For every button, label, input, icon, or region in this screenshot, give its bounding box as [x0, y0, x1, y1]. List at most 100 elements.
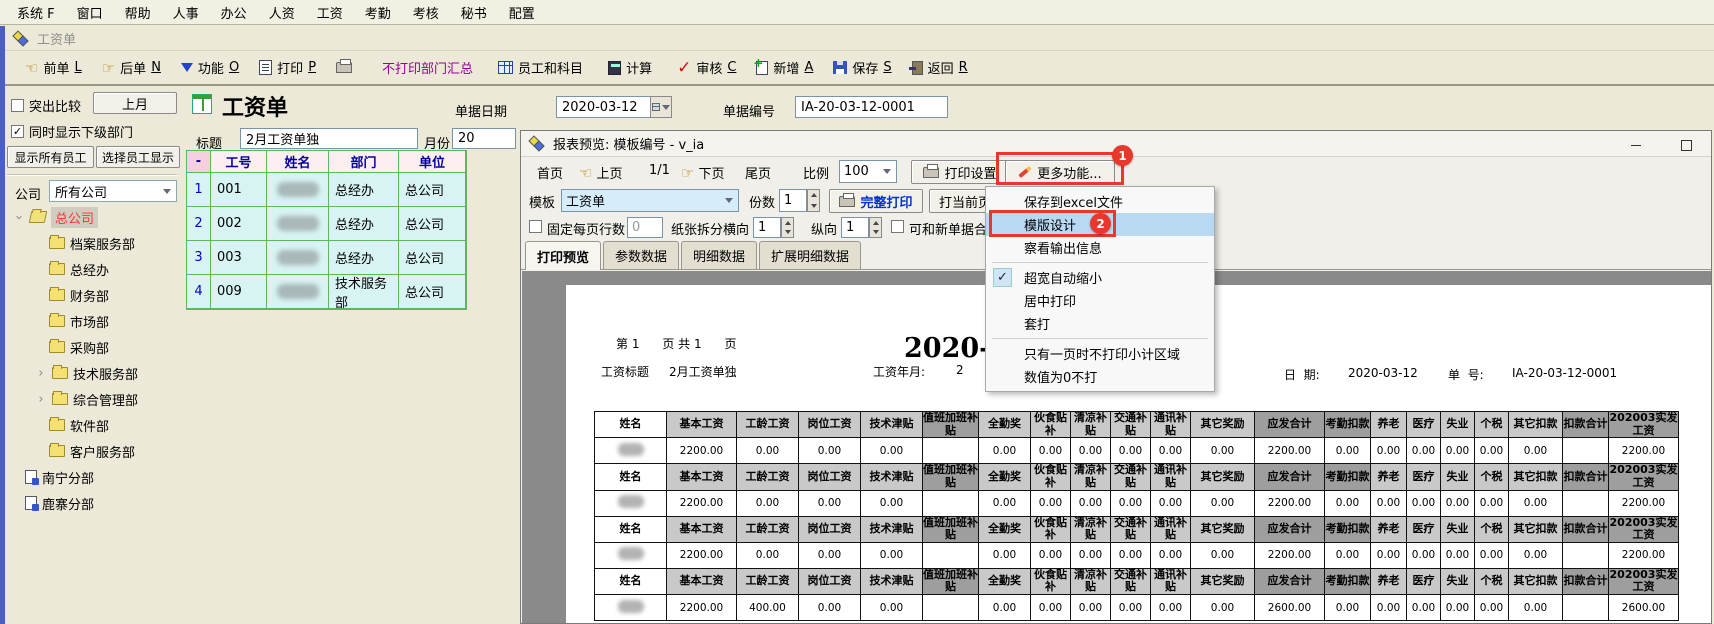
menu-item[interactable]: 办公 [210, 3, 258, 22]
copies-input[interactable]: 1 [779, 189, 807, 212]
split-vertical-spinner[interactable] [869, 217, 882, 238]
merge-print-checkbox[interactable] [891, 220, 904, 233]
toolbar-button[interactable]: 打印P [259, 58, 316, 77]
column-header[interactable]: - [187, 151, 211, 173]
tab[interactable]: 打印预览 [525, 241, 601, 270]
show-sub-depts-checkbox[interactable]: ✓ 同时显示下级部门 [11, 122, 133, 141]
context-menu-item[interactable]: ✓ 察看输出信息 [986, 236, 1214, 259]
fixed-rows-input[interactable]: 0 [627, 217, 663, 238]
toolbar-button[interactable]: 员工和科目 [498, 58, 588, 77]
copies-spinner[interactable] [807, 189, 820, 212]
context-menu-item[interactable]: ✓ 套打 [986, 312, 1214, 335]
template-select[interactable]: 工资单 [561, 189, 739, 212]
context-menu-item[interactable]: ✓ [986, 335, 1214, 342]
select-employees-button[interactable]: 选择员工显示 [96, 146, 180, 168]
toolbar-button[interactable]: 审核C [677, 58, 736, 78]
tree-item[interactable]: 技术服务部 [5, 360, 181, 386]
toolbar-button[interactable]: 新增A [756, 58, 813, 77]
tab[interactable]: 扩展明细数据 [759, 241, 861, 269]
tree-item[interactable]: 档案服务部 [5, 230, 181, 256]
toolbar-button[interactable]: 后单N [102, 58, 161, 77]
tab[interactable]: 参数数据 [603, 241, 679, 269]
tree-expander-icon[interactable] [13, 210, 25, 225]
menu-item[interactable]: 人事 [162, 3, 210, 22]
caption-field[interactable]: 2月工资单独 [240, 128, 418, 149]
split-vertical-input[interactable]: 1 [841, 217, 869, 238]
table-row[interactable]: 3 003 总经办 总公司 [187, 241, 466, 275]
tree-item[interactable]: 总公司 [5, 204, 181, 230]
menu-item[interactable]: 帮助 [114, 3, 162, 22]
split-horizontal-input[interactable]: 1 [753, 217, 781, 238]
toolbar-button[interactable]: 不打印部门汇总 [382, 58, 478, 77]
first-page-button[interactable]: 首页 [537, 163, 563, 182]
toolbar-button[interactable]: 功能O [181, 58, 239, 77]
context-menu-item[interactable]: ✓ 居中打印 [986, 289, 1214, 312]
context-menu-item[interactable]: ✓ 只有一页时不打印小计区域 [986, 342, 1214, 365]
toolbar-button-label: 打印 [277, 58, 303, 77]
fixed-rows-checkbox[interactable] [529, 220, 542, 233]
column-header[interactable]: 姓名 [267, 151, 329, 173]
menu-item[interactable]: 配置 [498, 3, 546, 22]
next-page-button[interactable]: 下页 [681, 163, 724, 182]
minimize-button[interactable] [1625, 136, 1647, 154]
toolbar-button[interactable]: 返回R [912, 58, 968, 77]
tree-item[interactable]: 市场部 [5, 308, 181, 334]
doc-number-field[interactable]: IA-20-03-12-0001 [795, 96, 948, 118]
menu-item[interactable]: 人资 [258, 3, 306, 22]
tree-item[interactable]: 综合管理部 [5, 386, 181, 412]
column-header[interactable]: 部门 [329, 151, 399, 173]
menu-item[interactable]: 工资 [306, 3, 354, 22]
last-page-button[interactable]: 尾页 [745, 163, 771, 182]
tree-item[interactable]: 鹿寨分部 [5, 490, 181, 516]
toolbar-button-icon [608, 61, 621, 75]
scale-select[interactable]: 100 [839, 160, 897, 183]
tree-item[interactable]: 总经办 [5, 256, 181, 282]
tree-item[interactable]: 财务部 [5, 282, 181, 308]
toolbar-button[interactable]: 前单L [25, 58, 82, 77]
tree-expander-icon[interactable] [35, 392, 47, 407]
payslip-cell: 2200.00 [1255, 438, 1325, 464]
tree-item[interactable]: 软件部 [5, 412, 181, 438]
tree-item[interactable]: 采购部 [5, 334, 181, 360]
context-menu-item[interactable]: ✓ [986, 259, 1214, 266]
context-menu-item[interactable]: ✓ 保存到excel文件 [986, 190, 1214, 213]
split-horizontal-label: 纸张拆分横向 [671, 219, 749, 238]
more-functions-button[interactable]: 更多功能... [1005, 160, 1115, 184]
highlight-compare-checkbox[interactable]: 突出比较 [11, 96, 81, 115]
column-header[interactable]: 单位 [399, 151, 466, 173]
calendar-dropdown-button[interactable] [650, 96, 672, 118]
toolbar-button[interactable]: 保存S [833, 58, 891, 77]
table-row[interactable]: 4 009 技术服务部 总公司 [187, 275, 466, 309]
menu-item[interactable]: 系统 F [6, 3, 66, 22]
payslip-col-header: 交通补贴 [1111, 412, 1151, 438]
context-menu-item[interactable]: ✓ 数值为0不打 [986, 365, 1214, 388]
doc-date-field[interactable]: 2020-03-12 [556, 96, 651, 118]
menu-item[interactable]: 秘书 [450, 3, 498, 22]
company-select[interactable]: 所有公司 [49, 180, 177, 202]
split-horizontal-spinner[interactable] [781, 217, 794, 238]
tab[interactable]: 明细数据 [681, 241, 757, 269]
menu-item[interactable]: 考核 [402, 3, 450, 22]
context-menu-item[interactable]: ✓ 超宽自动缩小 [986, 266, 1214, 289]
toolbar-button[interactable] [336, 62, 362, 73]
print-setup-button[interactable]: 打印设置 [911, 160, 1009, 184]
payslip-cell: 0.00 [737, 490, 799, 516]
report-date-value: 2020-03-12 [1348, 366, 1418, 380]
table-row[interactable]: 2 002 总经办 总公司 [187, 207, 466, 241]
toolbar-button[interactable]: 计算 [608, 58, 657, 77]
payslip-col-header: 岗位工资 [799, 464, 861, 490]
table-row[interactable]: 1 001 总经办 总公司 [187, 173, 466, 207]
tree-item[interactable]: 客户服务部 [5, 438, 181, 464]
column-header[interactable]: 工号 [211, 151, 267, 173]
show-all-employees-button[interactable]: 显示所有员工 [7, 146, 94, 168]
prev-page-button[interactable]: 上页 [579, 163, 622, 182]
full-print-button[interactable]: 完整打印 [829, 189, 923, 213]
tree-item[interactable]: 南宁分部 [5, 464, 181, 490]
menu-item[interactable]: 考勤 [354, 3, 402, 22]
tree-expander-icon[interactable] [35, 366, 47, 381]
maximize-button[interactable] [1675, 136, 1697, 154]
last-month-button[interactable]: 上月 [93, 92, 177, 114]
month-field[interactable]: 20 [452, 128, 516, 149]
menu-item[interactable]: 窗口 [66, 3, 114, 22]
payslip-cell: 0.00 [799, 438, 861, 464]
